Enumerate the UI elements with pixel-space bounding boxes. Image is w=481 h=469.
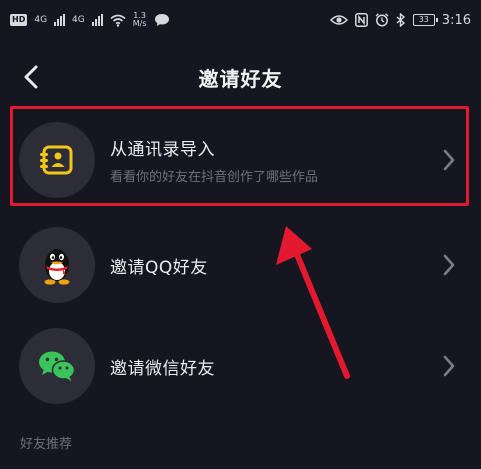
- qq-penguin-icon: [44, 249, 70, 285]
- hd-badge: HD: [10, 14, 28, 26]
- alarm-icon: [375, 13, 389, 27]
- invite-qq-text: 邀请QQ好友: [110, 253, 208, 278]
- invite-wechat-row[interactable]: 邀请微信好友: [0, 321, 481, 411]
- invite-wechat-label: 邀请微信好友: [110, 358, 215, 379]
- signal-type-2: 4G: [72, 15, 85, 25]
- signal-icon: [54, 14, 66, 26]
- wechat-avatar: [19, 328, 95, 404]
- invite-qq-label: 邀请QQ好友: [110, 257, 208, 278]
- battery-icon: 33: [412, 14, 438, 26]
- page-title: 邀请好友: [198, 66, 283, 91]
- signal-icon-2: [91, 14, 103, 26]
- back-button[interactable]: [16, 62, 46, 92]
- network-speed-unit: M/s: [132, 19, 147, 28]
- nfc-icon: [354, 13, 368, 27]
- highlight-box: [10, 106, 469, 206]
- chevron-right-icon: [442, 351, 462, 381]
- eye-icon: [329, 15, 348, 25]
- message-icon: [154, 14, 169, 26]
- clock: 3:16: [441, 12, 471, 28]
- status-bar: HD 4G 4G 1.3 M/s 33 3:16: [0, 0, 481, 40]
- bluetooth-icon: [396, 13, 405, 27]
- status-bar-left: HD 4G 4G 1.3 M/s: [10, 12, 170, 28]
- invite-qq-row[interactable]: 邀请QQ好友: [0, 220, 481, 310]
- wechat-icon: [39, 351, 76, 381]
- chevron-right-icon: [442, 250, 462, 280]
- network-speed: 1.3 M/s: [133, 12, 147, 28]
- chevron-left-icon: [24, 65, 38, 89]
- invite-wechat-text: 邀请微信好友: [110, 354, 215, 379]
- wifi-icon: [110, 14, 126, 27]
- page-header: 邀请好友: [0, 52, 481, 102]
- signal-type-1: 4G: [34, 15, 48, 25]
- qq-avatar: [19, 227, 95, 303]
- status-bar-right: 33 3:16: [329, 12, 471, 28]
- section-title: 好友推荐: [20, 437, 73, 452]
